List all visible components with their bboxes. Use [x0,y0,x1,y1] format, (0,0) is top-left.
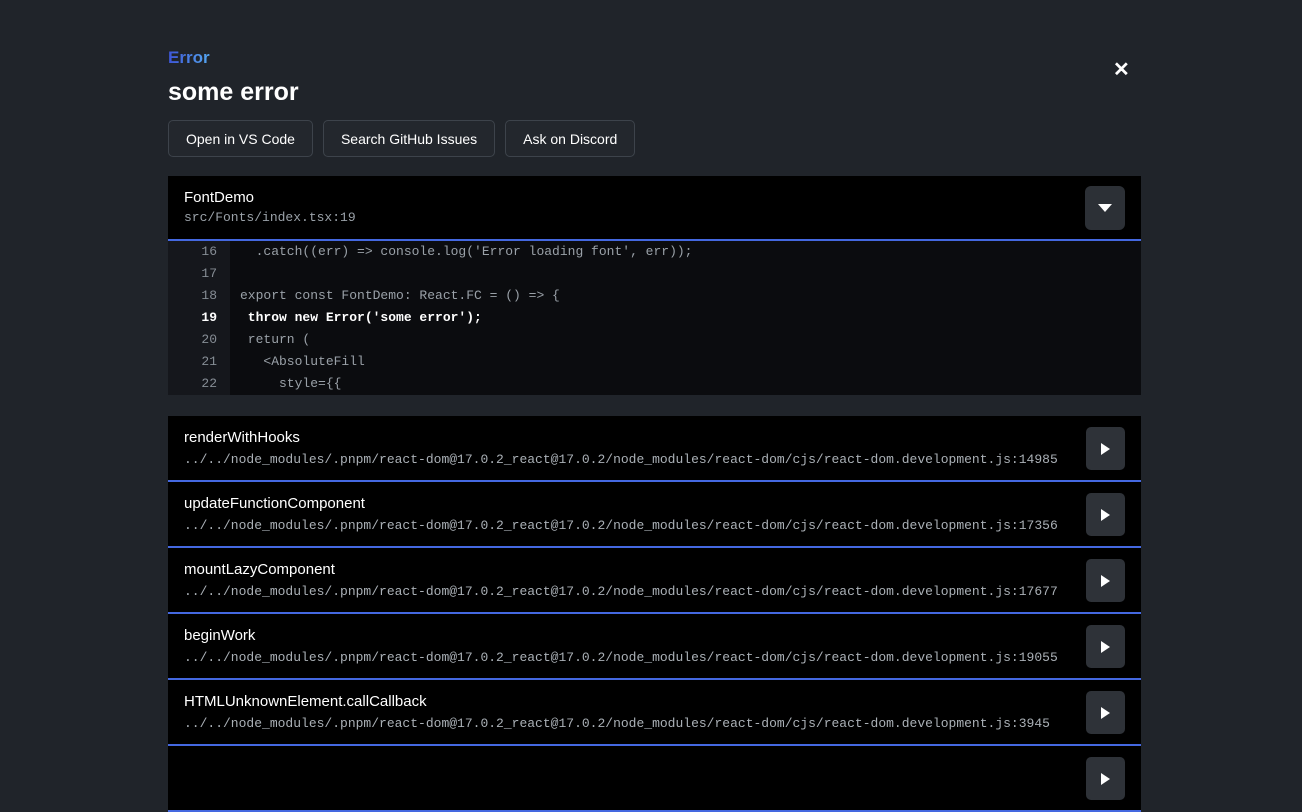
open-in-vscode-button[interactable]: Open in VS Code [168,120,313,157]
source-frame-card: FontDemo src/Fonts/index.tsx:19 16 .catc… [168,176,1141,395]
code-text: .catch((err) => console.log('Error loadi… [230,241,1141,263]
stack-frame-renderwithhooks: renderWithHooks ../../node_modules/.pnpm… [168,416,1141,482]
code-text: <AbsoluteFill [230,351,1141,373]
code-line: 21 <AbsoluteFill [168,351,1141,373]
code-line: 20 return ( [168,329,1141,351]
expand-frame-button[interactable] [1086,559,1125,602]
line-number: 21 [168,351,230,373]
error-overlay-content: Error some error Open in VS Code Search … [168,0,1141,812]
source-function-name: FontDemo [184,189,1071,206]
code-text: throw new Error('some error'); [230,307,1141,329]
code-line: 17 [168,263,1141,285]
frame-file-path: ../../node_modules/.pnpm/react-dom@17.0.… [184,650,1071,665]
expand-frame-button[interactable] [1086,691,1125,734]
collapse-frame-button[interactable] [1085,186,1125,230]
frame-file-path: ../../node_modules/.pnpm/react-dom@17.0.… [184,518,1071,533]
error-kicker: Error [168,48,210,68]
code-text [230,263,1141,285]
frame-function-name: mountLazyComponent [184,561,1071,578]
code-line: 22 style={{ [168,373,1141,395]
play-icon [1101,707,1110,719]
play-icon [1101,443,1110,455]
line-number: 19 [168,307,230,329]
code-line: 16 .catch((err) => console.log('Error lo… [168,241,1141,263]
expand-frame-button[interactable] [1086,757,1125,800]
stack-frame-callcallback: HTMLUnknownElement.callCallback ../../no… [168,680,1141,746]
code-line: 18export const FontDemo: React.FC = () =… [168,285,1141,307]
search-github-issues-button[interactable]: Search GitHub Issues [323,120,495,157]
code-text: return ( [230,329,1141,351]
expand-frame-button[interactable] [1086,625,1125,668]
expand-frame-button[interactable] [1086,493,1125,536]
ask-on-discord-button[interactable]: Ask on Discord [505,120,635,157]
frame-file-path: ../../node_modules/.pnpm/react-dom@17.0.… [184,716,1071,731]
line-number: 22 [168,373,230,395]
source-file-location: src/Fonts/index.tsx:19 [184,210,1071,225]
code-snippet: 16 .catch((err) => console.log('Error lo… [168,239,1141,395]
play-icon [1101,575,1110,587]
stack-frame-mountlazycomponent: mountLazyComponent ../../node_modules/.p… [168,548,1141,614]
line-number: 18 [168,285,230,307]
frame-function-name: HTMLUnknownElement.callCallback [184,693,1071,710]
source-frame-header: FontDemo src/Fonts/index.tsx:19 [168,176,1141,239]
frame-file-path: ../../node_modules/.pnpm/react-dom@17.0.… [184,452,1071,467]
code-text: export const FontDemo: React.FC = () => … [230,285,1141,307]
stack-frame-beginwork: beginWork ../../node_modules/.pnpm/react… [168,614,1141,680]
error-message-title: some error [168,79,1141,105]
frame-function-name: updateFunctionComponent [184,495,1071,512]
stack-frames-list: renderWithHooks ../../node_modules/.pnpm… [168,416,1141,812]
expand-frame-button[interactable] [1086,427,1125,470]
frame-file-path: ../../node_modules/.pnpm/react-dom@17.0.… [184,584,1071,599]
line-number: 16 [168,241,230,263]
stack-frame-updatefunctioncomponent: updateFunctionComponent ../../node_modul… [168,482,1141,548]
error-overlay: { "page": { "background": "#20242a", "ac… [0,0,1302,776]
play-icon [1101,641,1110,653]
code-text: style={{ [230,373,1141,395]
chevron-down-icon [1098,204,1112,212]
play-icon [1101,773,1110,785]
stack-frame-partial [168,746,1141,812]
frame-function-name: beginWork [184,627,1071,644]
action-buttons-row: Open in VS Code Search GitHub Issues Ask… [168,120,1141,157]
frame-function-name: renderWithHooks [184,429,1071,446]
line-number: 17 [168,263,230,285]
line-number: 20 [168,329,230,351]
code-line-highlighted: 19 throw new Error('some error'); [168,307,1141,329]
play-icon [1101,509,1110,521]
